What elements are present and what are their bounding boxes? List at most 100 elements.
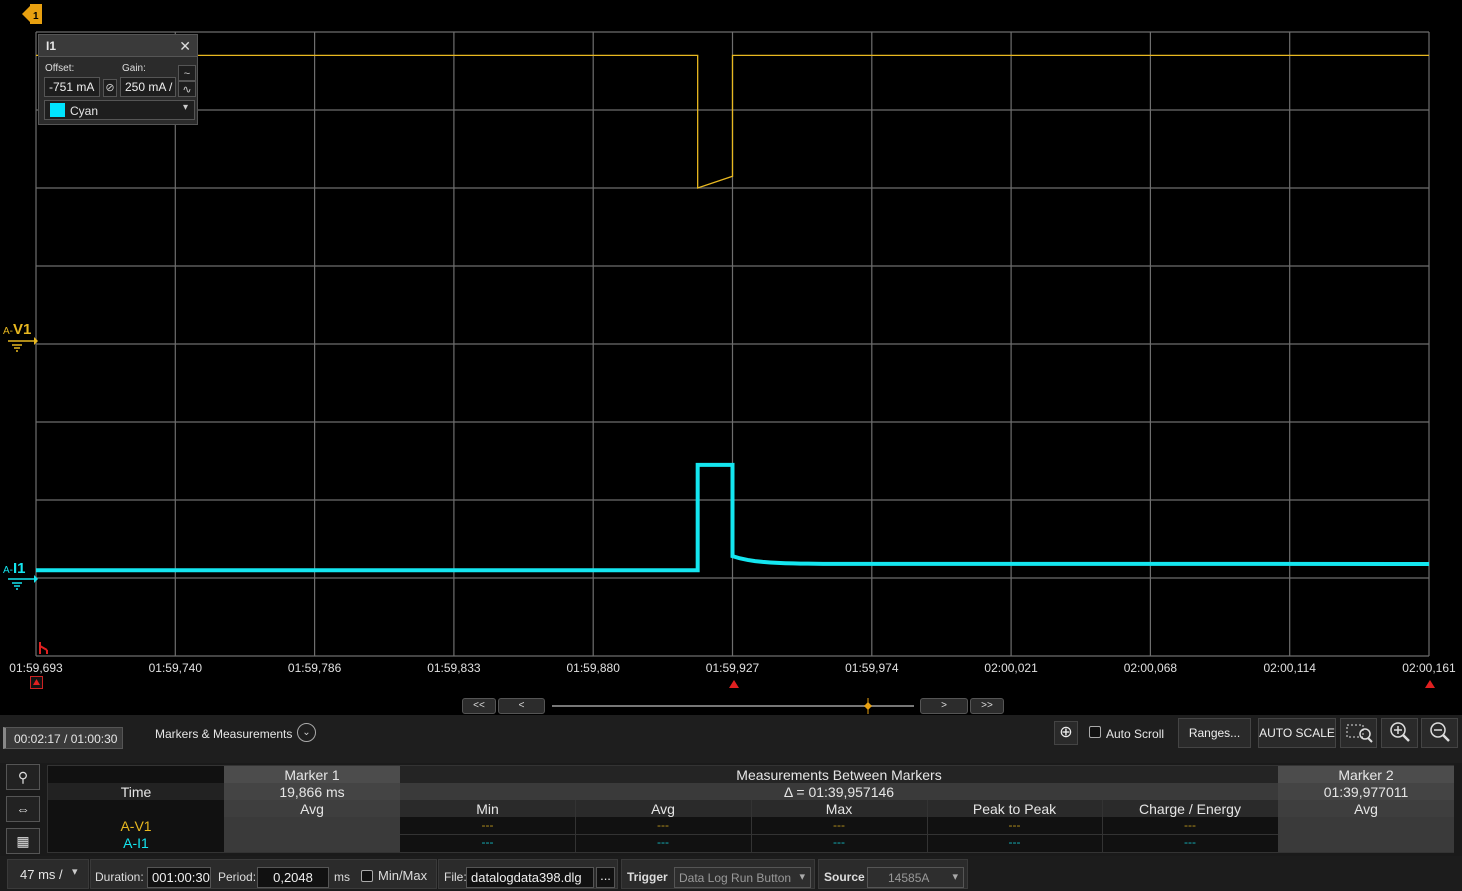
col-header: Charge / Energy	[1139, 801, 1241, 817]
trigger-marker-icon[interactable]	[36, 640, 50, 659]
status-bar: 47 ms / ▾ Duration: 001:00:30 Period: 0,…	[0, 856, 1462, 891]
color-swatch	[50, 103, 65, 117]
trigger-value: Data Log Run Button	[679, 871, 792, 885]
minmax-checkbox[interactable]	[361, 870, 373, 882]
auto-scroll-checkbox[interactable]	[1089, 726, 1101, 738]
duration-field[interactable]: 001:00:30	[147, 867, 211, 888]
fit-horizontal-icon[interactable]: ⇔	[6, 796, 40, 822]
measurement-row-label: A-I1	[123, 835, 149, 851]
offset-label: Offset:	[45, 63, 75, 74]
scroll-slider[interactable]	[552, 705, 914, 707]
toolbar: 00:02:17 / 01:00:30 Markers & Measuremen…	[0, 715, 1462, 763]
source-value: 14585A	[888, 871, 930, 885]
measurement-value: ---	[1008, 818, 1021, 832]
time-tick-label: 01:59,974	[845, 661, 899, 675]
probe-icon[interactable]: ⚲	[6, 764, 40, 790]
measurement-value: ---	[833, 835, 845, 849]
ranges-button[interactable]: Ranges...	[1178, 718, 1251, 748]
ac-coupling-icon[interactable]: ~	[178, 65, 196, 81]
file-label: File:	[444, 870, 467, 884]
channel-position-icon[interactable]: 1	[22, 2, 44, 26]
zero-offset-icon[interactable]: ⊘	[103, 79, 117, 97]
delta-time: Δ = 01:39,957146	[783, 784, 895, 800]
source-select[interactable]: 14585A ▾	[867, 867, 964, 888]
add-marker-button[interactable]: ⊕	[1054, 721, 1078, 745]
time-tick-label: 02:00,068	[1123, 661, 1178, 675]
measurement-value: ---	[833, 818, 845, 832]
source-label: Source	[824, 870, 865, 884]
trigger-select[interactable]: Data Log Run Button ▾	[674, 867, 811, 888]
time-row-label: Time	[120, 784, 152, 800]
file-field[interactable]: datalogdata398.dlg	[466, 867, 594, 888]
v1-ground-icon[interactable]	[8, 336, 38, 357]
col-header: Avg	[300, 801, 324, 817]
col-header: Avg	[1354, 801, 1378, 817]
measurement-value: ---	[481, 835, 494, 849]
time-tick-label: 01:59,740	[148, 661, 202, 675]
scroll-last-button[interactable]: >>	[970, 698, 1004, 714]
scope-display[interactable]: 1 A-V1 A-I1 01:59,693 01:59,740 01:59,786 0…	[0, 0, 1462, 715]
timebase-value: 47 ms /	[20, 867, 63, 882]
close-icon[interactable]: ✕	[179, 38, 191, 55]
zoom-out-icon[interactable]	[1421, 718, 1458, 748]
v1-trace	[36, 54, 1429, 189]
waveform-icon[interactable]: ∿	[178, 81, 196, 97]
marker1-time: 19,866 ms	[279, 784, 345, 800]
color-select[interactable]: Cyan ▾	[44, 100, 195, 120]
timebase-select[interactable]: 47 ms / ▾	[7, 859, 89, 889]
measurement-value: ---	[1184, 818, 1196, 832]
period-field[interactable]: 0,2048	[257, 867, 329, 888]
marker1-handle[interactable]	[30, 676, 43, 689]
position-readout: 00:02:17 / 01:00:30	[3, 727, 123, 749]
scroll-slider-thumb[interactable]	[864, 698, 872, 714]
measurement-value: ---	[657, 835, 669, 849]
offset-field[interactable]: -751 mA	[44, 77, 100, 97]
scroll-first-button[interactable]: <<	[462, 698, 496, 714]
auto-scroll-label[interactable]: Auto Scroll	[1106, 727, 1164, 741]
zoom-in-icon[interactable]	[1381, 718, 1418, 748]
chevron-down-icon: ▾	[799, 871, 805, 883]
marker1-header: Marker 1	[284, 767, 340, 783]
grid-icon[interactable]: ▦	[6, 828, 40, 854]
period-label: Period:	[218, 870, 257, 884]
svg-text:1: 1	[33, 11, 39, 22]
time-tick-label: 01:59,786	[287, 661, 342, 675]
browse-button[interactable]: ...	[596, 867, 615, 888]
i1-trace	[36, 462, 1430, 573]
marker-pointer-icon[interactable]	[729, 677, 739, 691]
i1-ground-icon[interactable]	[8, 574, 38, 595]
col-header: Min	[476, 801, 499, 817]
measurement-value: ---	[1008, 835, 1021, 849]
zoom-region-icon[interactable]	[1340, 718, 1377, 748]
col-header: Avg	[651, 801, 675, 817]
scroll-prev-button[interactable]: <	[498, 698, 545, 714]
period-unit: ms	[334, 870, 350, 884]
file-group: File: datalogdata398.dlg ...	[438, 859, 618, 889]
trigger-group: Trigger Data Log Run Button ▾	[621, 859, 815, 889]
markers-measurements-label[interactable]: Markers & Measurements	[155, 727, 292, 741]
gain-field[interactable]: 250 mA /	[120, 77, 176, 97]
time-tick-label: 01:59,927	[705, 661, 760, 675]
waveform-plot[interactable]	[0, 0, 1462, 715]
source-group: Source 14585A ▾	[818, 859, 968, 889]
time-tick-label: 02:00,021	[984, 661, 1038, 675]
chevron-down-icon: ▾	[952, 871, 958, 883]
auto-scale-button[interactable]: AUTO SCALE	[1258, 718, 1336, 748]
gain-label: Gain:	[122, 63, 146, 74]
time-tick-label: 02:00,114	[1263, 661, 1316, 675]
marker2-header: Marker 2	[1338, 767, 1394, 783]
measurements-panel: ⚲ ⇔ ▦ Marker 1 Measurements Between Mark…	[0, 763, 1462, 856]
marker2-pointer-icon[interactable]	[1425, 677, 1435, 691]
trigger-label: Trigger	[627, 870, 668, 884]
measurement-value: ---	[1184, 835, 1196, 849]
chevron-down-icon: ▾	[72, 866, 78, 878]
duration-label: Duration:	[95, 870, 144, 884]
time-tick-label: 01:59,833	[427, 661, 481, 675]
channel-settings-popup[interactable]: I1 ✕ Offset: Gain: -751 mA ⊘ 250 mA / ~ …	[38, 34, 198, 125]
scroll-next-button[interactable]: >	[920, 698, 968, 714]
time-tick-label: 01:59,693	[9, 661, 63, 675]
col-header: Peak to Peak	[972, 801, 1057, 817]
minmax-label[interactable]: Min/Max	[378, 868, 427, 883]
popup-title: I1	[39, 35, 197, 57]
expand-chevron-icon[interactable]: ⌄	[297, 723, 316, 742]
